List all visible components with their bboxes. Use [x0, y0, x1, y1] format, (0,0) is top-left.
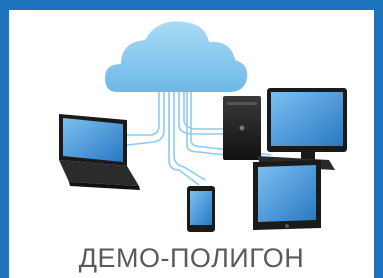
tower-pc-icon [223, 96, 261, 160]
monitor-icon [267, 88, 347, 168]
tablet-icon [253, 160, 321, 230]
image-frame: ДЕМО-ПОЛИГОН [0, 0, 383, 278]
cloud-network-illustration [59, 21, 347, 232]
cloud-icon [105, 21, 248, 93]
smartphone-icon [187, 186, 215, 232]
laptop-icon [59, 114, 140, 190]
illustration-panel: ДЕМО-ПОЛИГОН [9, 10, 374, 278]
caption-title: ДЕМО-ПОЛИГОН [78, 243, 305, 273]
